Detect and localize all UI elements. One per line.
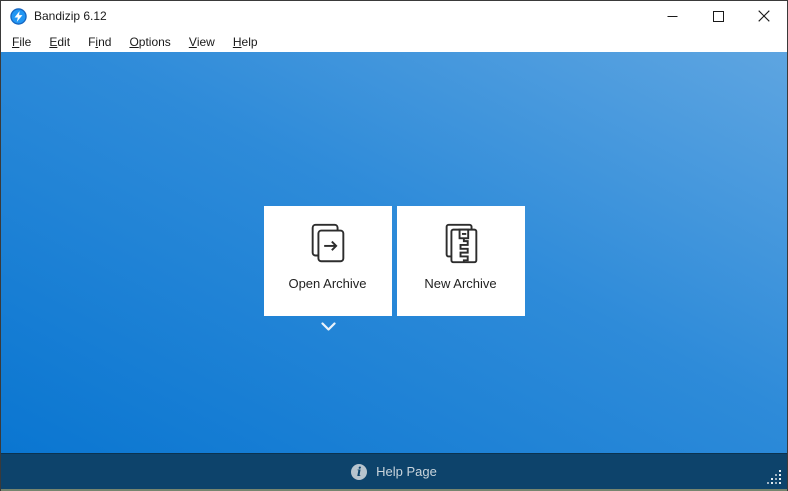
info-icon: i [351,464,367,480]
chevron-down-icon [321,322,336,332]
new-archive-label: New Archive [424,276,496,291]
menu-item-file[interactable]: File [3,31,40,52]
menu-item-edit[interactable]: Edit [40,31,79,52]
statusbar: i Help Page [1,453,787,489]
menu-item-view[interactable]: View [180,31,224,52]
expand-more-button[interactable] [321,320,336,330]
open-archive-label: Open Archive [288,276,366,291]
open-archive-icon [305,221,351,267]
close-icon [758,10,770,22]
menu-item-help[interactable]: Help [224,31,267,52]
menu-item-find[interactable]: Find [79,31,120,52]
bandizip-window: Bandizip 6.12 File Edit Find [0,0,788,491]
action-cards: Open Archive New Archive [1,206,787,316]
minimize-button[interactable] [649,1,695,31]
help-page-button[interactable]: i Help Page [351,464,437,480]
window-controls [649,1,787,31]
maximize-icon [713,11,724,22]
maximize-button[interactable] [695,1,741,31]
resize-grip-icon[interactable] [767,470,783,486]
help-page-label: Help Page [376,464,437,479]
open-archive-card[interactable]: Open Archive [264,206,392,316]
bandizip-logo-icon [10,8,27,25]
minimize-icon [667,11,678,22]
new-archive-card[interactable]: New Archive [397,206,525,316]
menubar: File Edit Find Options View Help [1,31,787,52]
close-button[interactable] [741,1,787,31]
main-area: Open Archive New Archive [1,52,787,453]
new-archive-icon [438,221,484,267]
window-title: Bandizip 6.12 [34,9,649,23]
titlebar: Bandizip 6.12 [1,1,787,31]
menu-item-options[interactable]: Options [120,31,179,52]
